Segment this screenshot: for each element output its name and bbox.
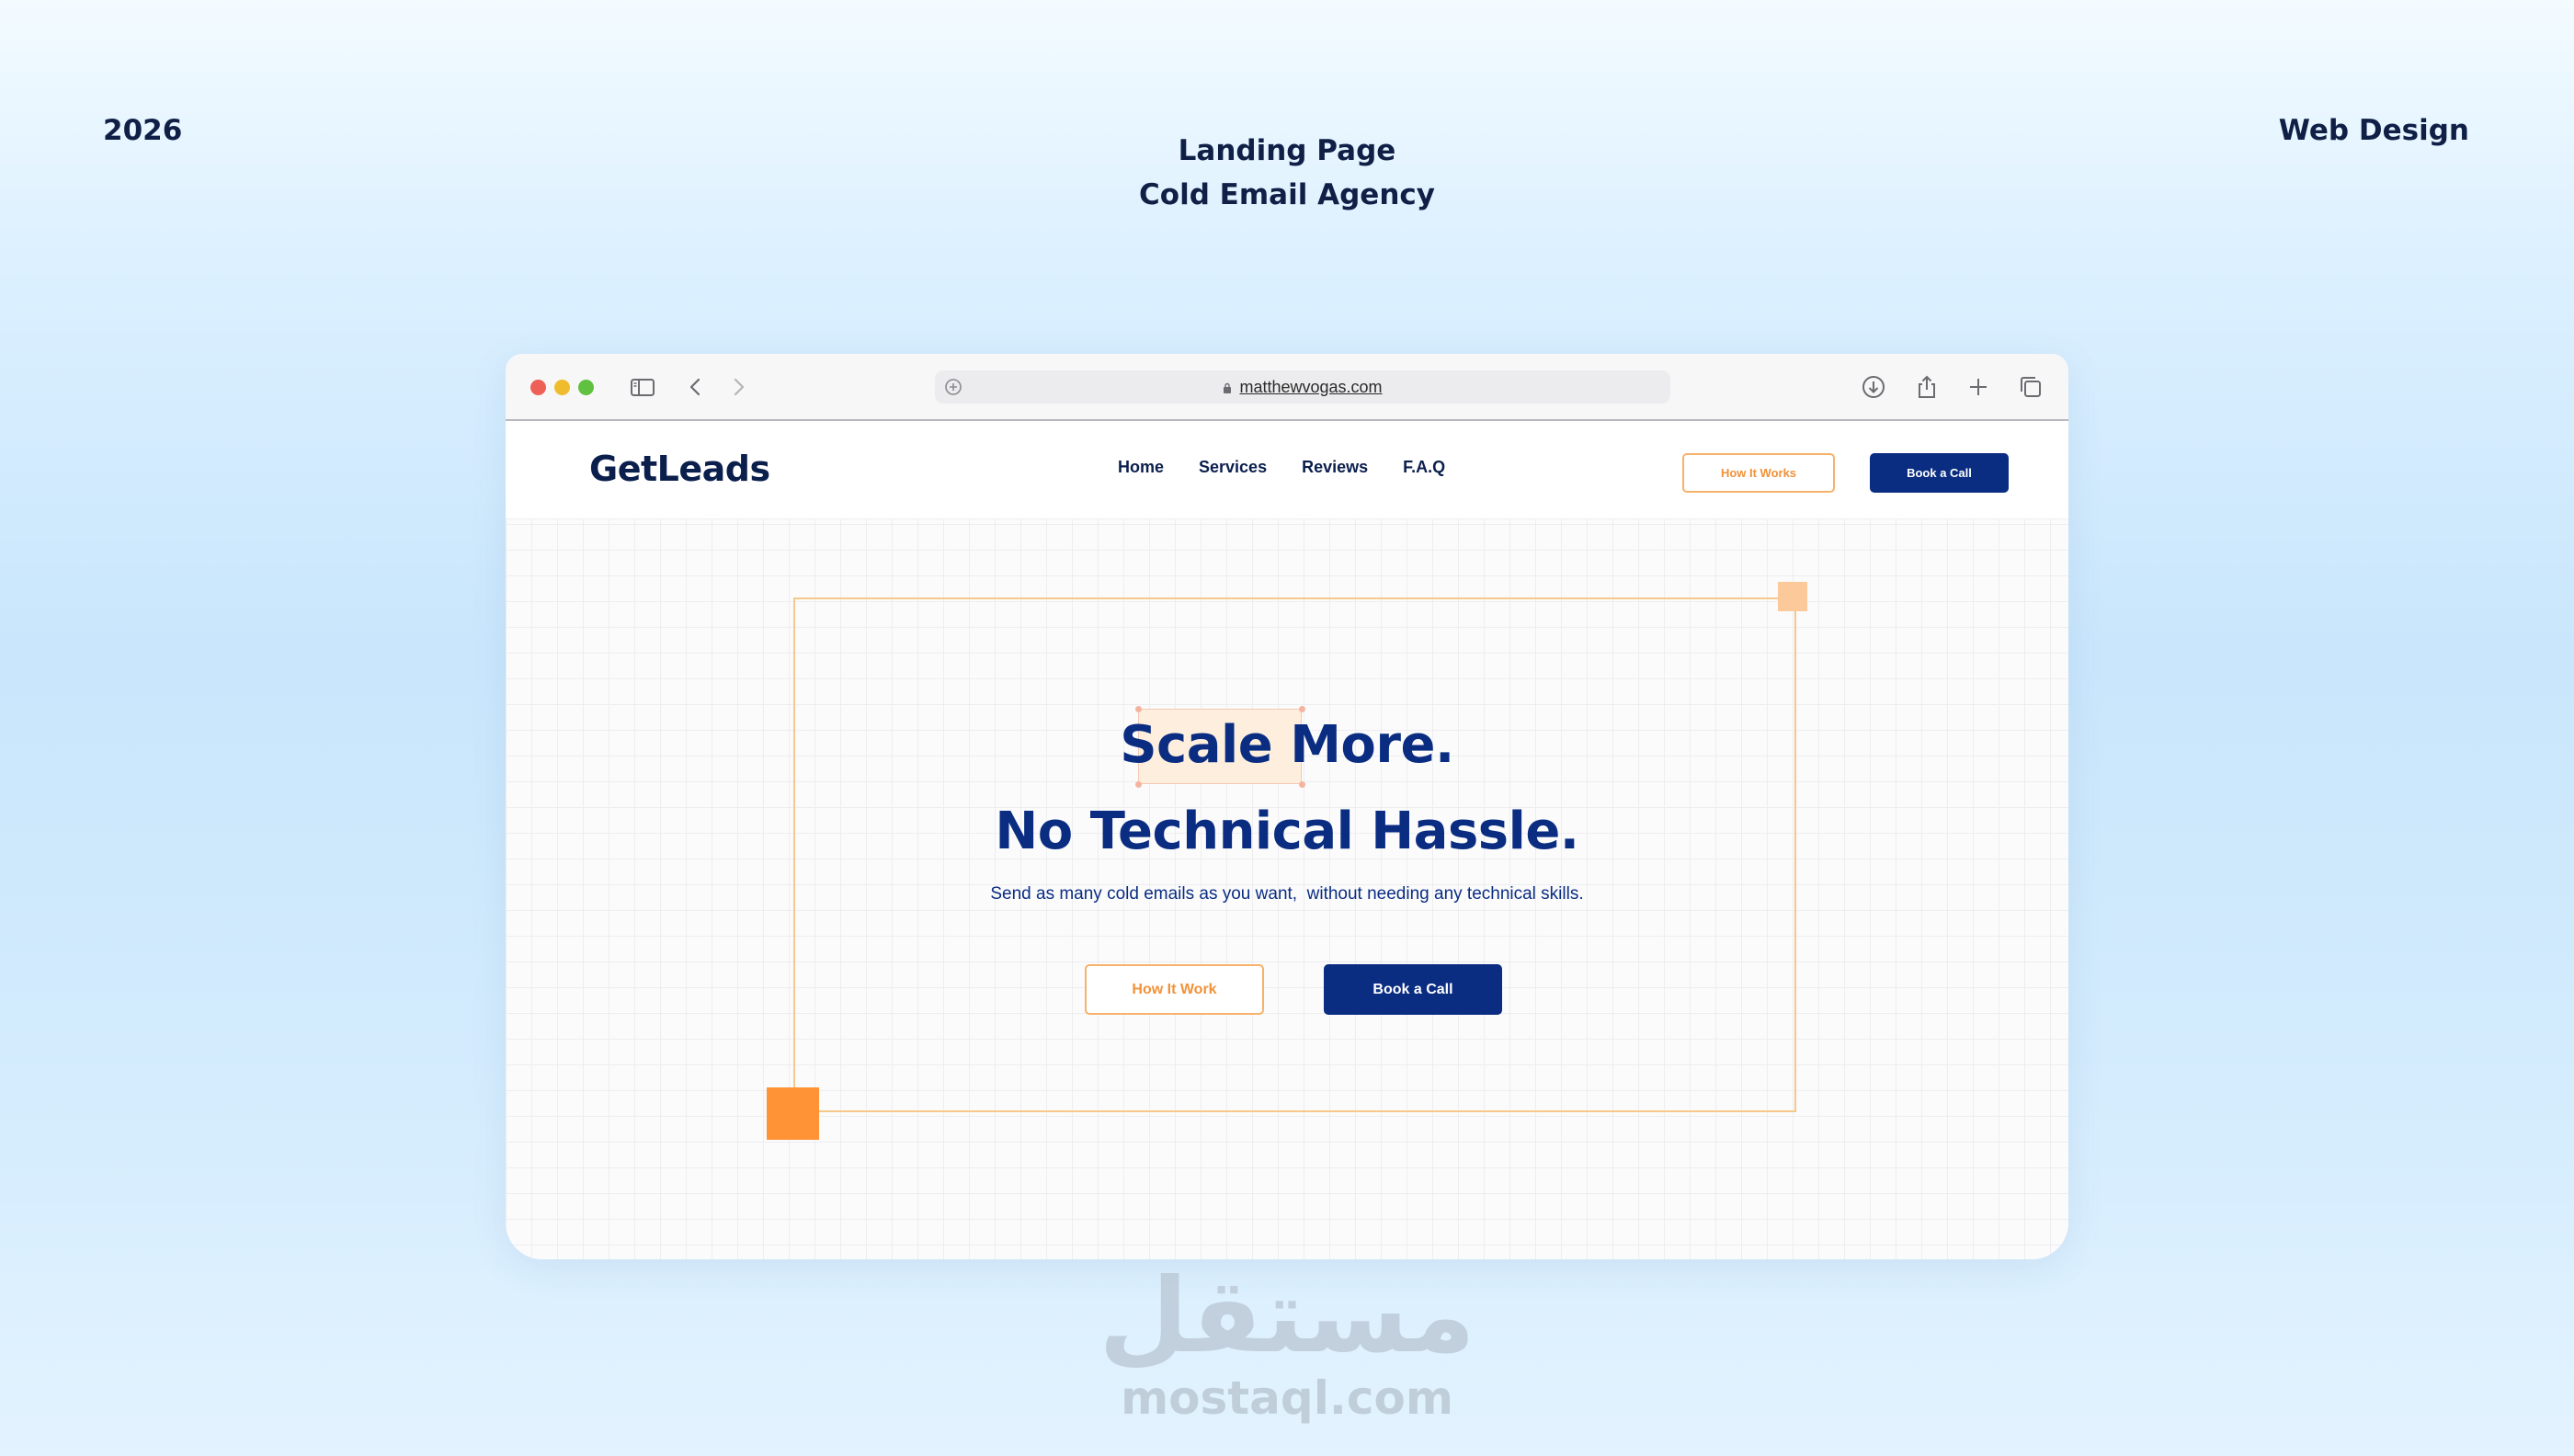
hero-headline-line1: Scale More.	[506, 715, 2068, 775]
browser-toolbar: matthewvogas.com	[506, 354, 2068, 421]
address-url-text: matthewvogas.com	[1239, 378, 1383, 396]
highlight-handle	[1299, 781, 1305, 788]
browser-window: matthewvogas.com GetLeads Home Services …	[506, 354, 2068, 1259]
highlight-handle	[1299, 706, 1305, 712]
hero-book-call-button[interactable]: Book a Call	[1324, 964, 1502, 1015]
download-icon[interactable]	[1859, 372, 1888, 402]
new-tab-plus-icon[interactable]	[1964, 372, 1993, 402]
nav-links: Home Services Reviews F.A.Q	[1118, 458, 1445, 477]
hero-highlight-word: Scale	[1120, 715, 1273, 775]
nav-link-home[interactable]: Home	[1118, 458, 1164, 477]
window-close-button[interactable]	[530, 380, 546, 395]
nav-link-services[interactable]: Services	[1199, 458, 1267, 477]
presentation-title-line2: Cold Email Agency	[1139, 178, 1435, 211]
tabs-overview-icon[interactable]	[2016, 372, 2045, 402]
hero-headline-line2: No Technical Hassle.	[995, 802, 1579, 861]
site-logo[interactable]: GetLeads	[589, 449, 770, 489]
nav-book-call-button[interactable]: Book a Call	[1870, 453, 2009, 493]
address-bar[interactable]: matthewvogas.com	[935, 370, 1670, 404]
sidebar-icon[interactable]	[628, 372, 657, 402]
landing-page: GetLeads Home Services Reviews F.A.Q How…	[506, 421, 2068, 1259]
hero-how-it-work-button[interactable]: How It Work	[1085, 964, 1264, 1015]
window-maximize-button[interactable]	[578, 380, 594, 395]
back-chevron-icon[interactable]	[681, 372, 711, 402]
forward-chevron-icon[interactable]	[723, 372, 753, 402]
address-url: matthewvogas.com	[935, 370, 1670, 404]
window-minimize-button[interactable]	[554, 380, 570, 395]
frame-corner-square-large	[767, 1087, 819, 1140]
nav-link-faq[interactable]: F.A.Q	[1403, 458, 1445, 477]
lock-icon	[1223, 371, 1232, 393]
frame-corner-square-small	[1778, 582, 1807, 611]
presentation-title: Landing Page Cold Email Agency	[0, 129, 2574, 217]
hero-subtitle: Send as many cold emails as you want, wi…	[990, 884, 1584, 904]
watermark-arabic: مستقل	[1099, 1257, 1475, 1376]
watermark-latin: mostaql.com	[1121, 1371, 1453, 1425]
hero-headline-rest: More.	[1272, 715, 1454, 775]
presentation-category: Web Design	[2278, 114, 2469, 147]
presentation-title-line1: Landing Page	[1178, 134, 1396, 167]
share-icon[interactable]	[1912, 372, 1942, 402]
site-navbar: GetLeads Home Services Reviews F.A.Q How…	[506, 421, 2068, 519]
nav-link-reviews[interactable]: Reviews	[1302, 458, 1368, 477]
highlight-handle	[1135, 706, 1142, 712]
nav-how-it-works-button[interactable]: How It Works	[1682, 453, 1835, 493]
highlight-handle	[1135, 781, 1142, 788]
